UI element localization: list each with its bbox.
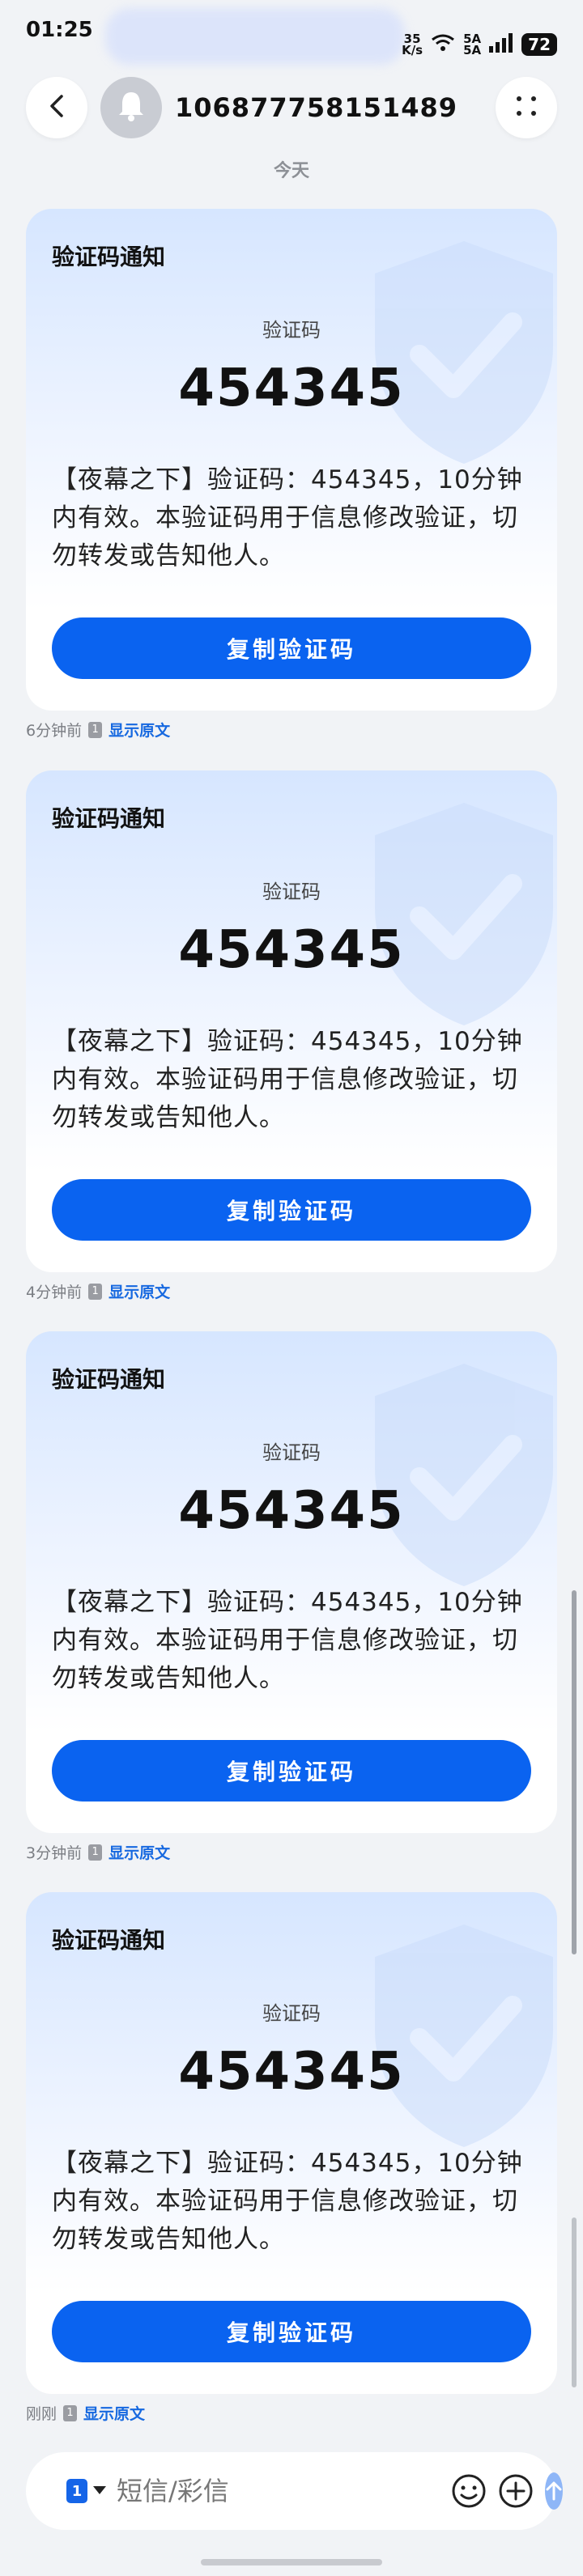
verification-code[interactable]: 454345 xyxy=(26,2042,557,2102)
card-title: 验证码通知 xyxy=(52,244,166,270)
message-time: 4分钟前 xyxy=(26,1284,83,1301)
sender-number: 106877758151489 xyxy=(175,92,457,123)
code-label: 验证码 xyxy=(262,319,321,342)
caret-down-icon xyxy=(92,2484,107,2499)
copy-code-button[interactable]: 复制验证码 xyxy=(52,617,531,679)
show-original-link[interactable]: 显示原文 xyxy=(109,1280,170,1302)
verification-code-card[interactable]: 验证码通知 验证码 454345 【夜幕之下】验证码：454345，10分钟内有… xyxy=(26,770,557,1272)
sim-card-icon: 1 xyxy=(66,2479,87,2503)
message-body[interactable]: 【夜幕之下】验证码：454345，10分钟内有效。本验证码用于信息修改验证，切勿… xyxy=(52,1023,534,1137)
more-dots-icon xyxy=(514,94,538,121)
scrollbar-thumb-secondary[interactable] xyxy=(572,2217,577,2387)
copy-code-button[interactable]: 复制验证码 xyxy=(52,1179,531,1241)
add-circle-icon[interactable] xyxy=(498,2472,534,2510)
emoji-icon[interactable] xyxy=(451,2472,487,2510)
copy-code-button[interactable]: 复制验证码 xyxy=(52,1740,531,1802)
message-time: 3分钟前 xyxy=(26,1844,83,1862)
message-item: 验证码通知 验证码 454345 【夜幕之下】验证码：454345，10分钟内有… xyxy=(26,1892,557,2423)
back-button[interactable] xyxy=(26,77,87,138)
status-bar: 01:25 35 K/s 5A 5A 72 xyxy=(0,0,583,71)
message-time: 6分钟前 xyxy=(26,722,83,740)
message-item: 验证码通知 验证码 454345 【夜幕之下】验证码：454345，10分钟内有… xyxy=(26,209,557,740)
message-body[interactable]: 【夜幕之下】验证码：454345，10分钟内有效。本验证码用于信息修改验证，切勿… xyxy=(52,1584,534,1698)
message-body[interactable]: 【夜幕之下】验证码：454345，10分钟内有效。本验证码用于信息修改验证，切勿… xyxy=(52,461,534,575)
signal-bars-icon xyxy=(489,33,513,56)
bell-icon xyxy=(117,90,146,125)
message-composer: 1 xyxy=(26,2452,563,2530)
verification-code-card[interactable]: 验证码通知 验证码 454345 【夜幕之下】验证码：454345，10分钟内有… xyxy=(26,1331,557,1833)
sms-thread-screen: 01:25 35 K/s 5A 5A 72 106877758151489 今天… xyxy=(0,0,583,2576)
verification-code[interactable]: 454345 xyxy=(26,1481,557,1541)
scrollbar-thumb[interactable] xyxy=(572,1590,577,1954)
card-title: 验证码通知 xyxy=(52,805,166,832)
sim-badge: 1 xyxy=(88,1283,103,1300)
card-title: 验证码通知 xyxy=(52,1366,166,1393)
copy-code-button[interactable]: 复制验证码 xyxy=(52,2301,531,2362)
back-chevron-icon xyxy=(47,94,66,121)
verification-code[interactable]: 454345 xyxy=(26,920,557,980)
verification-code-card[interactable]: 验证码通知 验证码 454345 【夜幕之下】验证码：454345，10分钟内有… xyxy=(26,209,557,711)
code-label: 验证码 xyxy=(262,2002,321,2025)
signal-labels: 5A 5A xyxy=(463,33,482,57)
conversation-header: 106877758151489 xyxy=(0,71,583,144)
message-input[interactable] xyxy=(117,2476,440,2506)
card-title: 验证码通知 xyxy=(52,1927,166,1954)
status-icons: 35 K/s 5A 5A 72 xyxy=(402,18,557,71)
sim-badge: 1 xyxy=(88,721,103,738)
network-speed: 35 K/s xyxy=(402,33,423,57)
sim-badge: 1 xyxy=(88,1844,103,1861)
home-indicator[interactable] xyxy=(201,2559,382,2565)
sim2-signal-label: 5A xyxy=(463,43,482,57)
verification-code-card[interactable]: 验证码通知 验证码 454345 【夜幕之下】验证码：454345，10分钟内有… xyxy=(26,1892,557,2394)
more-options-button[interactable] xyxy=(496,77,557,138)
message-item: 验证码通知 验证码 454345 【夜幕之下】验证码：454345，10分钟内有… xyxy=(26,1331,557,1862)
sim-selector[interactable]: 1 xyxy=(66,2479,107,2503)
message-meta: 刚刚 1 显示原文 xyxy=(26,2402,145,2424)
shield-check-icon xyxy=(375,1364,553,1586)
send-arrow-icon xyxy=(546,2481,562,2501)
shield-check-icon xyxy=(375,241,553,464)
send-button[interactable] xyxy=(545,2472,563,2510)
verification-code[interactable]: 454345 xyxy=(26,359,557,418)
message-time: 刚刚 xyxy=(26,2405,57,2423)
show-original-link[interactable]: 显示原文 xyxy=(109,719,170,741)
shield-check-icon xyxy=(375,803,553,1025)
message-meta: 4分钟前 1 显示原文 xyxy=(26,1280,170,1302)
code-label: 验证码 xyxy=(262,881,321,903)
message-meta: 3分钟前 1 显示原文 xyxy=(26,1841,170,1863)
wifi-icon xyxy=(431,34,455,55)
contact-avatar[interactable] xyxy=(100,77,162,138)
battery-indicator: 72 xyxy=(521,33,557,56)
message-item: 验证码通知 验证码 454345 【夜幕之下】验证码：454345，10分钟内有… xyxy=(26,770,557,1301)
shield-check-icon xyxy=(375,1925,553,2147)
show-original-link[interactable]: 显示原文 xyxy=(109,1841,170,1863)
network-speed-unit: K/s xyxy=(402,43,423,57)
status-time: 01:25 xyxy=(26,18,93,42)
show-original-link[interactable]: 显示原文 xyxy=(83,2402,145,2424)
message-body[interactable]: 【夜幕之下】验证码：454345，10分钟内有效。本验证码用于信息修改验证，切勿… xyxy=(52,2145,534,2259)
date-divider: 今天 xyxy=(273,161,309,181)
code-label: 验证码 xyxy=(262,1441,321,1464)
message-meta: 6分钟前 1 显示原文 xyxy=(26,719,170,741)
sim-badge: 1 xyxy=(63,2404,78,2421)
